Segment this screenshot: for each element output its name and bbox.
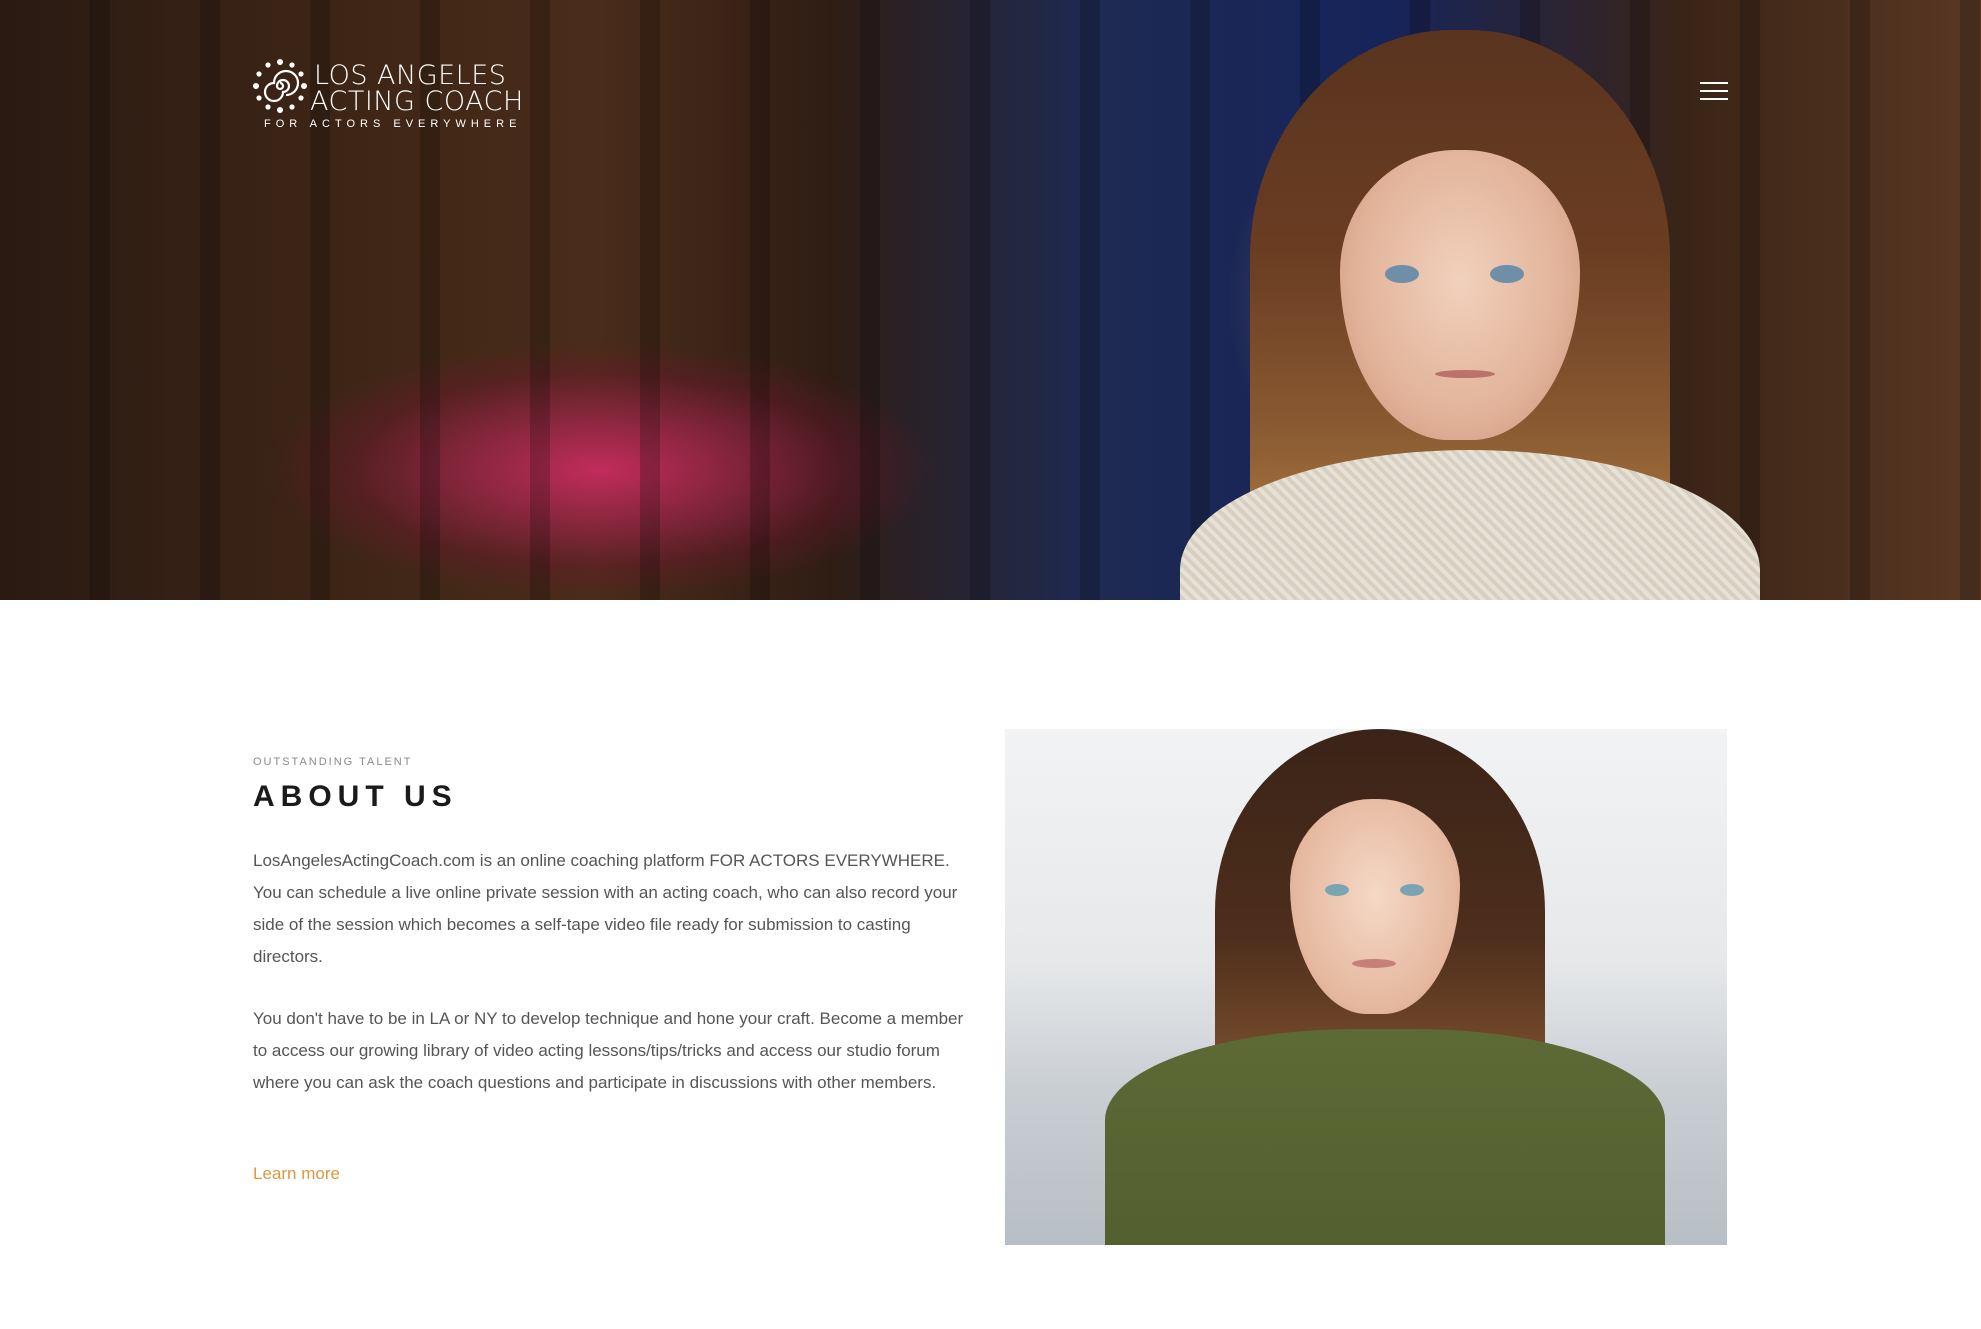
about-paragraph-1: LosAngelesActingCoach.com is an online c… bbox=[253, 851, 958, 966]
about-photo-mouth bbox=[1352, 959, 1396, 968]
menu-bar bbox=[1700, 90, 1728, 92]
learn-more-link[interactable]: Learn more bbox=[253, 1164, 340, 1184]
hero-photo-woman bbox=[1160, 30, 1780, 600]
logo-text-line2: ACTING COACH bbox=[310, 86, 524, 117]
hero-banner: LOS ANGELES ACTING COACH FOR ACTORS EVER… bbox=[0, 0, 1981, 600]
about-photo-sweater bbox=[1105, 1029, 1665, 1245]
about-photo-coach bbox=[1005, 729, 1727, 1245]
hero-photo-eye-right bbox=[1490, 265, 1524, 283]
menu-bar bbox=[1700, 82, 1728, 84]
about-paragraph-2: You don't have to be in LA or NY to deve… bbox=[253, 1009, 964, 1092]
menu-bar bbox=[1700, 98, 1728, 100]
hero-photo-eye-left bbox=[1385, 265, 1419, 283]
about-photo-eye-right bbox=[1400, 884, 1424, 896]
section-eyebrow: OUTSTANDING TALENT bbox=[253, 756, 413, 768]
hero-photo-mouth bbox=[1435, 370, 1495, 378]
logo-tagline: FOR ACTORS EVERYWHERE bbox=[264, 118, 522, 130]
hamburger-menu-icon[interactable] bbox=[1700, 82, 1728, 104]
section-heading: ABOUT US bbox=[253, 780, 458, 813]
spiral-logo-icon bbox=[253, 59, 307, 113]
about-photo-eye-left bbox=[1325, 884, 1349, 896]
hero-photo-face bbox=[1340, 150, 1580, 440]
site-logo[interactable]: LOS ANGELES ACTING COACH FOR ACTORS EVER… bbox=[252, 58, 523, 130]
